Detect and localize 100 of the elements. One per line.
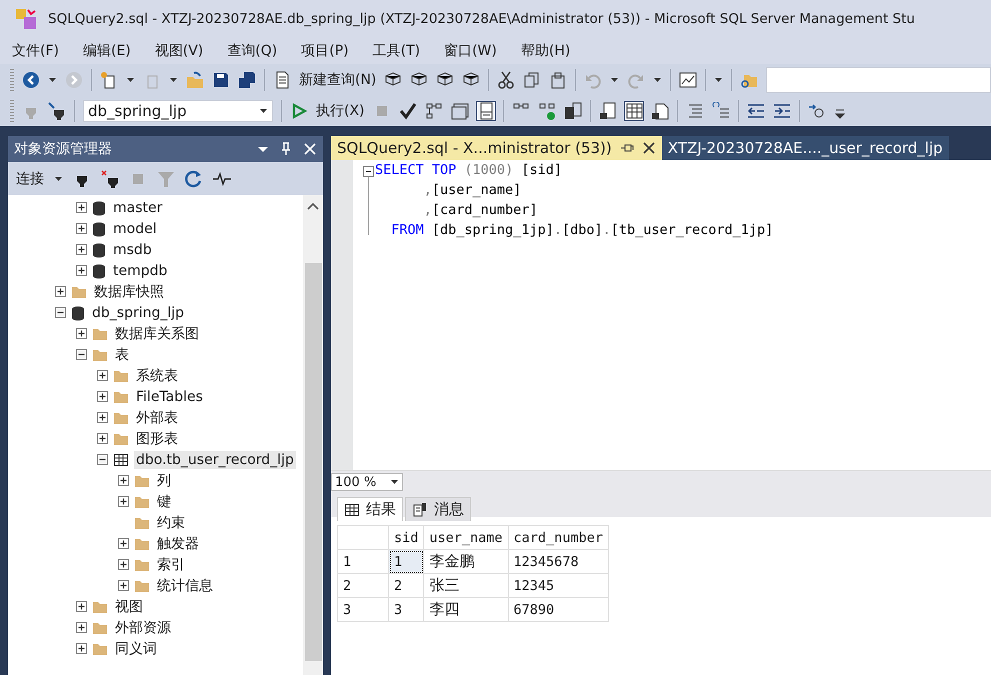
caret-icon[interactable] xyxy=(126,76,135,84)
results-tab[interactable]: 消息 xyxy=(405,497,471,521)
expand-icon[interactable] xyxy=(76,265,87,276)
tree-item[interactable]: 列 xyxy=(155,470,173,490)
activity-icon[interactable] xyxy=(213,170,231,188)
change-connection-icon[interactable] xyxy=(48,102,66,120)
decrease-indent-icon[interactable] xyxy=(746,102,765,120)
paste-icon[interactable] xyxy=(549,71,568,89)
expand-icon[interactable] xyxy=(76,223,87,234)
search-field[interactable] xyxy=(766,67,991,93)
tree-item[interactable]: 数据库快照 xyxy=(92,282,166,302)
uncomment-icon[interactable] xyxy=(712,102,730,120)
execute-button[interactable]: 执行(X) xyxy=(316,102,365,120)
disconnect-icon[interactable] xyxy=(101,170,119,188)
results-pane-toggle[interactable] xyxy=(476,102,495,120)
close-icon[interactable] xyxy=(642,141,656,155)
dropdown-caret-icon[interactable] xyxy=(259,107,268,115)
document-tab[interactable]: XTZJ-20230728AE...._user_record_ljp xyxy=(662,136,949,160)
tree-item[interactable]: 同义词 xyxy=(113,638,159,658)
menu-item[interactable]: 文件(F) xyxy=(12,42,59,60)
client-statistics-icon[interactable] xyxy=(564,102,582,120)
results-to-file-icon[interactable] xyxy=(650,102,669,120)
refresh-icon[interactable] xyxy=(185,170,203,188)
open-file-icon[interactable] xyxy=(186,71,204,89)
tree-item[interactable]: 视图 xyxy=(113,596,145,616)
tree-item[interactable]: model xyxy=(111,220,159,238)
expand-icon[interactable] xyxy=(118,538,129,549)
expand-icon[interactable] xyxy=(76,328,87,339)
expand-icon[interactable] xyxy=(97,370,108,381)
save-all-icon[interactable] xyxy=(238,71,256,89)
execute-icon[interactable] xyxy=(290,102,308,120)
activity-monitor-icon[interactable] xyxy=(679,71,698,89)
dropdown-caret-icon[interactable] xyxy=(390,478,399,486)
increase-indent-icon[interactable] xyxy=(772,102,791,120)
tree-item[interactable]: master xyxy=(111,198,164,216)
expand-icon[interactable] xyxy=(76,601,87,612)
expand-icon[interactable] xyxy=(97,391,108,402)
expand-icon[interactable] xyxy=(118,580,129,591)
expand-icon[interactable] xyxy=(76,643,87,654)
collapse-icon[interactable] xyxy=(362,166,374,177)
tree-item[interactable]: 外部资源 xyxy=(113,618,173,638)
menu-item[interactable]: 编辑(E) xyxy=(82,42,131,60)
caret-icon[interactable] xyxy=(54,174,63,182)
expand-icon[interactable] xyxy=(118,559,129,570)
tree-item[interactable]: 索引 xyxy=(155,554,187,574)
database-dropdown[interactable]: db_spring_ljp xyxy=(83,100,273,122)
collapse-icon[interactable] xyxy=(55,307,66,318)
dropdown-caret-icon[interactable] xyxy=(714,76,724,84)
tree-item[interactable]: dbo.tb_user_record_ljp xyxy=(134,450,296,468)
expand-icon[interactable] xyxy=(76,622,87,633)
expand-icon[interactable] xyxy=(76,244,87,255)
results-tab[interactable]: 结果 xyxy=(337,497,403,521)
caret-icon[interactable] xyxy=(610,76,620,84)
tree-item[interactable]: 数据库关系图 xyxy=(113,324,201,344)
tree-item[interactable]: tempdb xyxy=(111,262,170,280)
scrollbar[interactable] xyxy=(303,195,323,675)
expand-icon[interactable] xyxy=(97,433,108,444)
grid-icon[interactable] xyxy=(344,502,360,518)
execution-plan-icon[interactable] xyxy=(424,102,443,120)
new-query-button[interactable]: 新建查询(N) xyxy=(299,71,376,89)
menu-item[interactable]: 帮助(H) xyxy=(520,42,570,60)
connect-button[interactable]: 连接 xyxy=(16,170,44,188)
results-to-text-icon[interactable] xyxy=(598,102,617,120)
menu-item[interactable]: 项目(P) xyxy=(301,42,349,60)
caret-icon[interactable] xyxy=(653,76,662,84)
tree-item[interactable]: 键 xyxy=(155,492,173,512)
menu-item[interactable]: 查询(Q) xyxy=(227,42,278,60)
query-options-icon[interactable] xyxy=(450,102,469,120)
expand-icon[interactable] xyxy=(76,202,87,213)
back-icon[interactable] xyxy=(22,71,40,89)
tree-item[interactable]: 统计信息 xyxy=(155,576,215,596)
tree-item[interactable]: 图形表 xyxy=(134,428,180,448)
expand-icon[interactable] xyxy=(118,496,129,507)
tree-item[interactable]: 约束 xyxy=(155,512,187,532)
tree-item[interactable]: 表 xyxy=(113,344,131,364)
pin-icon[interactable] xyxy=(279,142,293,156)
menu-item[interactable]: 工具(T) xyxy=(372,42,420,60)
tree-item[interactable]: msdb xyxy=(111,240,154,258)
messages-icon[interactable] xyxy=(412,502,428,518)
expand-icon[interactable] xyxy=(55,286,66,297)
collapse-icon[interactable] xyxy=(76,349,87,360)
copy-icon[interactable] xyxy=(523,71,542,89)
expand-icon[interactable] xyxy=(97,412,108,423)
caret-icon[interactable] xyxy=(48,76,57,84)
actual-plan-icon[interactable] xyxy=(538,102,556,120)
cut-icon[interactable] xyxy=(497,71,516,89)
collapse-icon[interactable] xyxy=(97,454,108,465)
expand-icon[interactable] xyxy=(118,475,129,486)
tree-item[interactable]: 触发器 xyxy=(155,534,201,554)
tree-item[interactable]: FileTables xyxy=(134,388,205,406)
tree-item[interactable]: 外部表 xyxy=(134,408,180,428)
tree-item[interactable]: db_spring_ljp xyxy=(90,304,186,322)
caret-icon[interactable] xyxy=(169,76,178,84)
zoom-dropdown[interactable]: 100 % xyxy=(331,473,403,491)
check-icon[interactable] xyxy=(398,102,417,120)
tree-item[interactable]: 系统表 xyxy=(134,366,180,386)
menu-item[interactable]: 窗口(W) xyxy=(444,42,497,60)
save-icon[interactable] xyxy=(212,71,230,89)
results-to-grid-toggle[interactable] xyxy=(624,102,643,120)
document-tab[interactable]: SQLQuery2.sql - X...ministrator (53)) xyxy=(331,136,662,160)
